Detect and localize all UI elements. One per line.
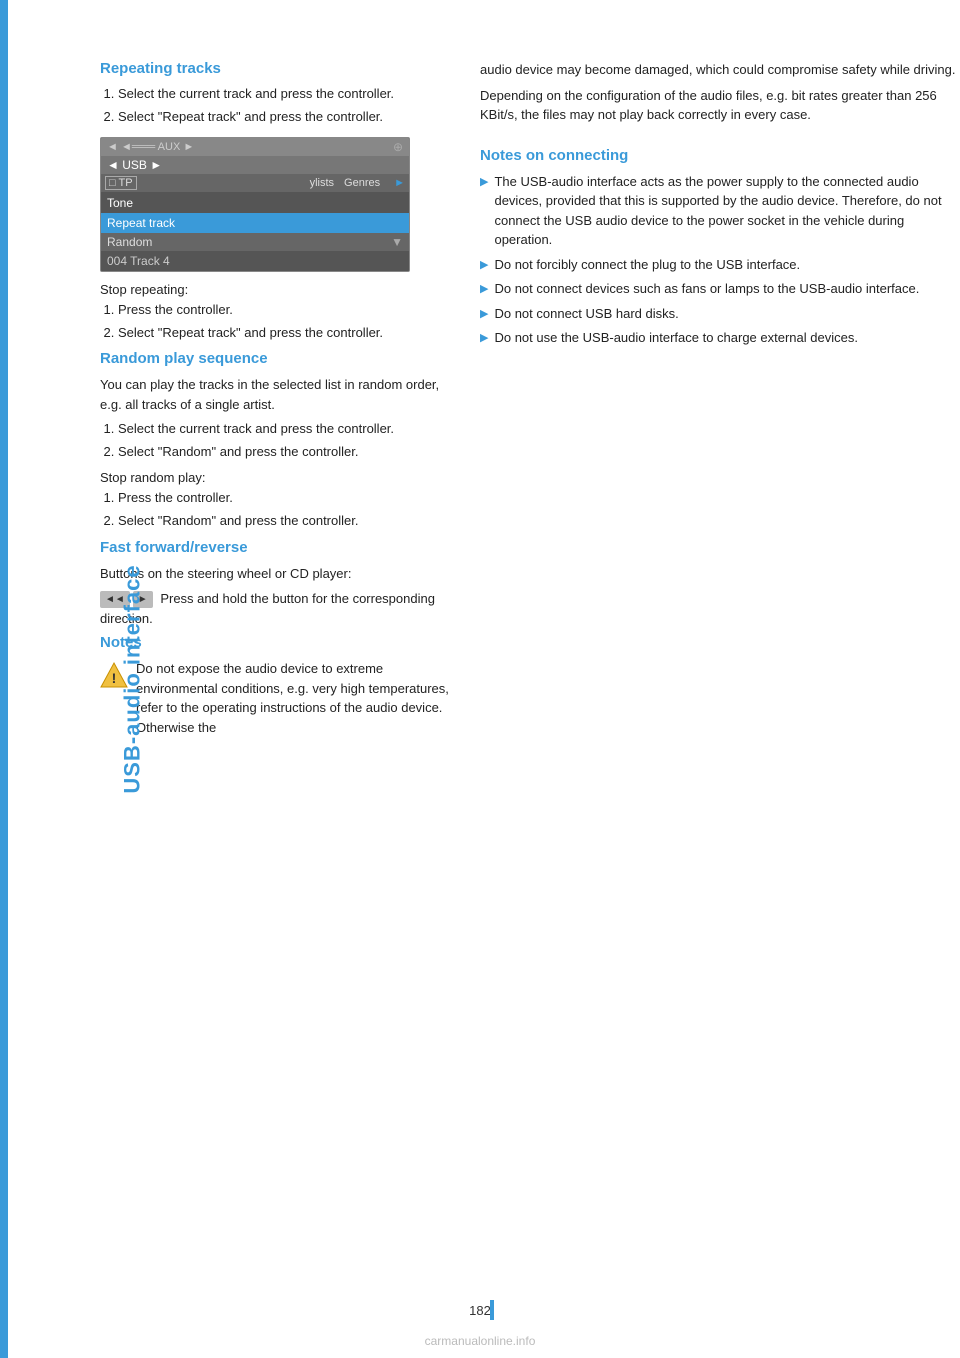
- bullet-item: ▶ Do not connect USB hard disks.: [480, 304, 960, 324]
- menu-arrow: ►: [394, 177, 405, 189]
- sidebar-label: USB-audio interface: [120, 564, 146, 793]
- step-item: Select the current track and press the c…: [118, 420, 450, 439]
- screen-top-bar: ◄ ◄═══ AUX ► ⊕: [101, 138, 409, 156]
- tp-box: □ TP: [105, 176, 137, 190]
- screen-item-random: Random ▼: [101, 233, 409, 251]
- repeating-tracks-steps: Select the current track and press the c…: [118, 85, 450, 127]
- fast-forward-intro: Buttons on the steering wheel or CD play…: [100, 564, 450, 584]
- section-notes-on-connecting: audio device may become damaged, which c…: [480, 60, 960, 348]
- watermark: carmanualonline.info: [0, 1334, 960, 1348]
- bullet-item: ▶ Do not connect devices such as fans or…: [480, 279, 960, 299]
- screen-aux-label: ◄ ◄═══ AUX ►: [107, 141, 194, 153]
- step-item: Select the current track and press the c…: [118, 85, 450, 104]
- bullet-item: ▶ Do not use the USB-audio interface to …: [480, 328, 960, 348]
- section-fast-forward: Fast forward/reverse Buttons on the stee…: [100, 539, 450, 629]
- random-play-title: Random play sequence: [100, 350, 450, 367]
- triangle-icon: ▶: [480, 306, 488, 323]
- bullet-text: Do not forcibly connect the plug to the …: [494, 255, 800, 275]
- stop-repeating-label: Stop repeating:: [100, 282, 450, 297]
- step-item: Press the controller.: [118, 301, 450, 320]
- fast-forward-title: Fast forward/reverse: [100, 539, 450, 556]
- left-column: Repeating tracks Select the current trac…: [100, 60, 470, 749]
- repeating-tracks-title: Repeating tracks: [100, 60, 450, 77]
- menu-ylists: ylists: [310, 177, 334, 189]
- left-accent-bar: [0, 0, 8, 1358]
- screen-item-repeat: Repeat track: [101, 213, 409, 233]
- stop-random-steps: Press the controller. Select "Random" an…: [118, 489, 450, 531]
- step-item: Select "Repeat track" and press the cont…: [118, 108, 450, 127]
- bullet-text: The USB-audio interface acts as the powe…: [494, 172, 960, 250]
- random-play-steps: Select the current track and press the c…: [118, 420, 450, 462]
- stop-random-label: Stop random play:: [100, 470, 450, 485]
- connecting-intro1: audio device may become damaged, which c…: [480, 60, 960, 80]
- step-item: Select "Repeat track" and press the cont…: [118, 324, 450, 343]
- screen-usb-label: ◄ USB ►: [107, 158, 162, 172]
- section-random-play: Random play sequence You can play the tr…: [100, 350, 450, 530]
- screen-settings-icon: ⊕: [393, 140, 403, 154]
- notes-title: Notes: [100, 634, 450, 651]
- random-play-intro: You can play the tracks in the selected …: [100, 375, 450, 414]
- page-indicator-bar: [490, 1300, 494, 1320]
- random-arrow: ▼: [391, 235, 403, 249]
- screen-usb-bar: ◄ USB ►: [101, 156, 409, 174]
- notes-box: ! Do not expose the audio device to extr…: [100, 659, 450, 743]
- menu-genres: Genres: [344, 177, 380, 189]
- svg-text:!: !: [112, 670, 117, 686]
- screen-item-tone: Tone: [101, 193, 409, 213]
- connecting-bullets: ▶ The USB-audio interface acts as the po…: [480, 172, 960, 348]
- right-column: audio device may become damaged, which c…: [470, 60, 960, 749]
- step-item: Select "Random" and press the controller…: [118, 512, 450, 531]
- step-item: Select "Random" and press the controller…: [118, 443, 450, 462]
- screen-item-track: 004 Track 4: [101, 251, 409, 271]
- step-item: Press the controller.: [118, 489, 450, 508]
- page-number: 182: [469, 1303, 491, 1318]
- connecting-intro2: Depending on the configuration of the au…: [480, 86, 960, 125]
- fast-forward-desc: ◄◄ ► Press and hold the button for the c…: [100, 589, 450, 628]
- bullet-item: ▶ The USB-audio interface acts as the po…: [480, 172, 960, 250]
- triangle-icon: ▶: [480, 330, 488, 347]
- stop-repeating-steps: Press the controller. Select "Repeat tra…: [118, 301, 450, 343]
- watermark-text: carmanualonline.info: [425, 1334, 536, 1348]
- screen-mockup: ◄ ◄═══ AUX ► ⊕ ◄ USB ► □ TP ylists Genre…: [100, 137, 410, 272]
- bullet-text: Do not connect devices such as fans or l…: [494, 279, 919, 299]
- bullet-item: ▶ Do not forcibly connect the plug to th…: [480, 255, 960, 275]
- bullet-text: Do not connect USB hard disks.: [494, 304, 678, 324]
- random-label: Random: [107, 235, 152, 249]
- screen-menu-row: □ TP ylists Genres ►: [101, 174, 409, 193]
- screen-menu-items: ylists Genres ►: [143, 177, 405, 189]
- triangle-icon: ▶: [480, 174, 488, 191]
- triangle-icon: ▶: [480, 257, 488, 274]
- section-notes: Notes ! Do not expose the audio device t…: [100, 634, 450, 743]
- notes-warning-text: Do not expose the audio device to extrem…: [136, 659, 450, 737]
- triangle-icon: ▶: [480, 281, 488, 298]
- notes-on-connecting-title: Notes on connecting: [480, 147, 960, 164]
- bullet-text: Do not use the USB-audio interface to ch…: [494, 328, 858, 348]
- section-repeating-tracks: Repeating tracks Select the current trac…: [100, 60, 450, 342]
